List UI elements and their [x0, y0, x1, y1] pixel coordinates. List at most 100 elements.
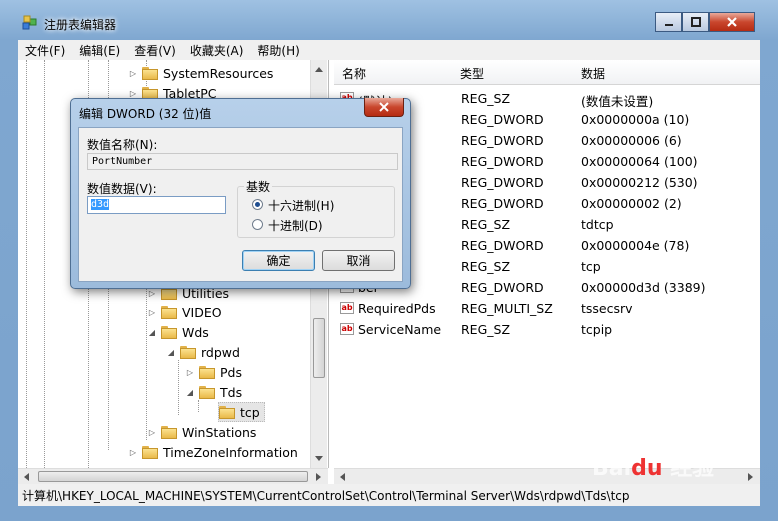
tree-item-rdpwd[interactable]: ◢ rdpwd: [166, 342, 240, 362]
tree-item-label: Wds: [182, 324, 209, 340]
value-data: tdtcp: [581, 217, 614, 232]
tree-item-label: SystemResources: [163, 65, 274, 81]
value-data: 0x00000212 (530): [581, 175, 698, 190]
tree-hscroll-thumb[interactable]: [38, 471, 308, 482]
expand-icon[interactable]: ▷: [185, 368, 195, 377]
status-bar: 计算机\HKEY_LOCAL_MACHINE\SYSTEM\CurrentCon…: [18, 484, 760, 506]
edit-dword-dialog: 编辑 DWORD (32 位)值 数值名称(N): PortNumber 数值数…: [70, 98, 411, 289]
tree-item-pds[interactable]: ▷ Pds: [185, 362, 242, 382]
tree-scroll-thumb[interactable]: [313, 318, 325, 378]
value-type: REG_DWORD: [461, 112, 544, 127]
value-data-label: 数值数据(V):: [87, 182, 157, 196]
menu-help[interactable]: 帮助(H): [250, 42, 306, 59]
collapse-icon[interactable]: ◢: [147, 328, 157, 337]
watermark-logo: Baidu 经验: [592, 456, 715, 481]
tree-item-timezoneinformation[interactable]: ▷ TimeZoneInformation: [128, 442, 298, 462]
regedit-app-icon: [22, 15, 37, 30]
value-data-input[interactable]: d3d: [87, 196, 226, 214]
expand-icon[interactable]: ▷: [147, 428, 157, 437]
close-icon: [379, 102, 389, 112]
menu-favorites[interactable]: 收藏夹(A): [183, 42, 251, 59]
menu-view[interactable]: 查看(V): [127, 42, 183, 59]
expand-icon[interactable]: ▷: [128, 69, 138, 78]
value-type: REG_SZ: [461, 91, 511, 106]
close-icon: [727, 17, 737, 27]
tree-item-wds[interactable]: ◢ Wds: [147, 322, 209, 342]
scroll-left-icon[interactable]: [339, 473, 345, 481]
scroll-right-icon[interactable]: [316, 473, 322, 481]
folder-icon: [142, 66, 158, 80]
title-bar[interactable]: 注册表编辑器: [0, 0, 778, 40]
menu-edit[interactable]: 编辑(E): [72, 42, 127, 59]
dec-radio[interactable]: [252, 219, 263, 230]
list-item[interactable]: ab RequiredPds REG_MULTI_SZ tssecsrv: [334, 298, 760, 319]
folder-icon: [142, 445, 158, 459]
value-data: 0x00000006 (6): [581, 133, 682, 148]
scroll-up-icon[interactable]: [315, 66, 323, 72]
tree-guide: [44, 60, 45, 468]
cancel-button[interactable]: 取消: [322, 250, 395, 271]
list-item[interactable]: ab ServiceName REG_SZ tcpip: [334, 319, 760, 340]
expand-icon[interactable]: ▷: [147, 308, 157, 317]
value-data: 0x00000002 (2): [581, 196, 682, 211]
expand-icon[interactable]: ▷: [147, 289, 157, 298]
folder-icon: [161, 425, 177, 439]
tree-item-winstations[interactable]: ▷ WinStations: [147, 422, 257, 442]
hex-radio[interactable]: [252, 199, 263, 210]
folder-icon: [180, 345, 196, 359]
tree-item-label: WinStations: [182, 424, 257, 440]
scroll-right-icon[interactable]: [748, 473, 754, 481]
column-header-name[interactable]: 名称: [342, 65, 366, 82]
value-name-label: 数值名称(N):: [87, 138, 158, 152]
tree-item-tds[interactable]: ◢ Tds: [185, 382, 242, 402]
tree-guide: [178, 360, 179, 415]
value-name-field: PortNumber: [87, 153, 398, 170]
dialog-close-button[interactable]: [364, 98, 404, 117]
maximize-icon: [690, 17, 701, 27]
value-type: REG_DWORD: [461, 238, 544, 253]
expand-icon[interactable]: ▷: [128, 448, 138, 457]
status-path: 计算机\HKEY_LOCAL_MACHINE\SYSTEM\CurrentCon…: [22, 488, 630, 503]
value-name-text: PortNumber: [92, 156, 153, 167]
value-data: 0x00000064 (100): [581, 154, 698, 169]
tree-item-systemresources[interactable]: ▷ SystemResources: [128, 63, 274, 83]
menu-file[interactable]: 文件(F): [18, 42, 72, 59]
collapse-icon[interactable]: ◢: [185, 388, 195, 397]
close-button[interactable]: [709, 12, 755, 32]
expand-icon[interactable]: ▷: [128, 89, 138, 98]
dec-label[interactable]: 十进制(D): [268, 217, 323, 234]
value-data: (数值未设置): [581, 94, 654, 109]
string-value-icon: ab: [340, 323, 354, 335]
value-type: REG_SZ: [461, 217, 511, 232]
value-type: REG_DWORD: [461, 133, 544, 148]
value-data: tcpip: [581, 322, 613, 337]
tree-item-label: tcp: [240, 404, 260, 420]
tree-item-label: VIDEO: [182, 304, 222, 320]
value-name: RequiredPds: [358, 301, 436, 316]
minimize-icon: [664, 24, 673, 26]
value-data: 0x0000004e (78): [581, 238, 690, 253]
ok-button[interactable]: 确定: [242, 250, 315, 271]
tree-guide: [26, 60, 27, 468]
regedit-window: 注册表编辑器 文件(F) 编辑(E) 查看(V) 收藏夹(A) 帮助(H) ▷: [0, 0, 778, 521]
scroll-left-icon[interactable]: [23, 473, 29, 481]
hex-label[interactable]: 十六进制(H): [268, 197, 334, 214]
folder-icon: [161, 325, 177, 339]
collapse-icon[interactable]: ◢: [166, 348, 176, 357]
tree-item-video[interactable]: ▷ VIDEO: [147, 302, 222, 322]
tree-item-tcp-selected[interactable]: tcp: [218, 402, 265, 422]
value-type: REG_DWORD: [461, 196, 544, 211]
base-label: 基数: [244, 178, 273, 195]
dialog-title: 编辑 DWORD (32 位)值: [79, 107, 212, 121]
tree-item-label: Pds: [220, 364, 242, 380]
tree-horizontal-scrollbar[interactable]: [18, 468, 328, 484]
value-type: REG_SZ: [461, 322, 511, 337]
column-header-data[interactable]: 数据: [581, 65, 605, 82]
tree-item-label: Tds: [220, 384, 243, 400]
minimize-button[interactable]: [655, 12, 682, 32]
tree-item-label: TimeZoneInformation: [163, 444, 298, 460]
maximize-button[interactable]: [682, 12, 709, 32]
scroll-down-icon[interactable]: [315, 456, 323, 462]
value-data-text: d3d: [91, 199, 110, 210]
column-header-type[interactable]: 类型: [460, 65, 484, 82]
